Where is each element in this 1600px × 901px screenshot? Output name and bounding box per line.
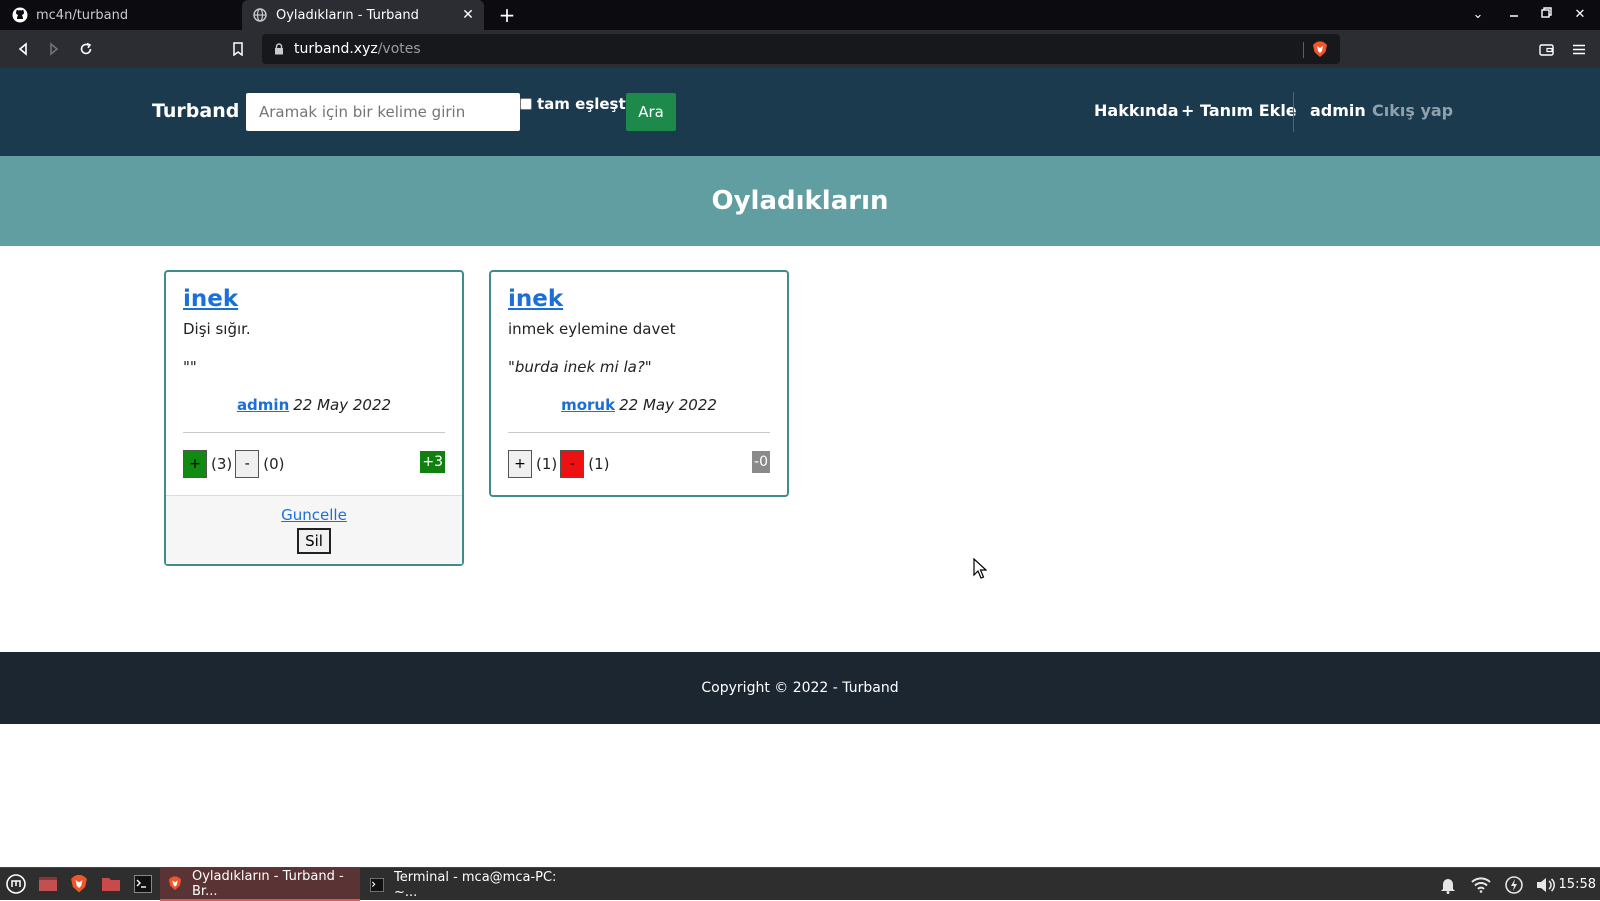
example-text: "burda inek mi la?" [508, 358, 652, 376]
site-navbar: Turband tam eşleştir Ara Hakkında + Tanı… [0, 68, 1600, 156]
downvote-count: (0) [263, 455, 285, 473]
nav-about-link[interactable]: Hakkında [1094, 101, 1179, 120]
forward-icon[interactable] [43, 38, 65, 60]
minimize-icon[interactable] [1504, 5, 1524, 25]
author-link[interactable]: admin [237, 396, 289, 414]
browser-toolbar: turband.xyz/votes [0, 30, 1600, 68]
close-window-icon[interactable]: ✕ [1570, 5, 1590, 25]
file-manager-icon[interactable] [100, 873, 122, 895]
definition-text: Dişi sığır. [183, 320, 251, 338]
globe-icon [252, 7, 268, 23]
browser-tab-github[interactable]: mc4n/turband [0, 0, 242, 30]
copyright-text: Copyright © 2022 - Turband [701, 680, 899, 696]
brave-shield-icon[interactable] [1312, 41, 1328, 62]
address-bar[interactable]: turband.xyz/votes [262, 34, 1340, 64]
wifi-icon[interactable] [1470, 874, 1492, 896]
tab-title: mc4n/turband [36, 7, 129, 23]
site-footer: Copyright © 2022 - Turband [0, 652, 1600, 724]
nav-divider [1293, 92, 1294, 132]
bookmark-icon[interactable] [227, 38, 249, 60]
score-badge: -0 [752, 451, 770, 473]
vote-row: + (1) - (1) -0 [508, 449, 770, 479]
tab-list-icon[interactable]: ⌄ [1468, 5, 1488, 25]
nav-user-link[interactable]: admin [1310, 101, 1366, 120]
site-brand[interactable]: Turband [152, 100, 239, 122]
card-meta: moruk 22 May 2022 [508, 396, 770, 414]
tab-title: Oyladıkların - Turband [276, 7, 419, 23]
show-desktop-icon[interactable] [37, 873, 59, 895]
taskbar-task-browser[interactable]: Oyladıkların - Turband - Br... [160, 868, 360, 901]
upvote-count: (3) [211, 455, 233, 473]
downvote-count: (1) [588, 455, 610, 473]
restore-icon[interactable] [1536, 5, 1556, 25]
url-host: turband.xyz [294, 41, 378, 57]
browser-tab-turband[interactable]: Oyladıkların - Turband ✕ [242, 0, 484, 30]
upvote-button[interactable]: + [508, 450, 532, 478]
nav-add-definition-link[interactable]: + Tanım Ekle [1181, 101, 1297, 120]
github-icon [12, 7, 28, 23]
wallet-icon[interactable] [1535, 38, 1557, 60]
mouse-cursor-icon [973, 557, 988, 584]
volume-icon[interactable] [1535, 874, 1557, 896]
card-actions: Guncelle Sil [166, 495, 462, 564]
author-link[interactable]: moruk [561, 396, 615, 414]
exact-match-checkbox[interactable] [520, 98, 532, 110]
date-text: 22 May 2022 [619, 396, 717, 414]
update-link[interactable]: Guncelle [166, 506, 462, 524]
os-taskbar: Oyladıkların - Turband - Br... Terminal … [0, 867, 1600, 901]
reload-icon[interactable] [75, 38, 97, 60]
back-icon[interactable] [12, 38, 34, 60]
brave-browser-icon [168, 876, 182, 891]
task-label: Oyladıkların - Turband - Br... [192, 868, 344, 899]
menu-icon[interactable] [1568, 38, 1590, 60]
word-link[interactable]: inek [508, 286, 563, 312]
search-button[interactable]: Ara [626, 93, 676, 131]
vote-row: + (3) - (0) +3 [183, 449, 445, 479]
url-divider [1303, 42, 1304, 58]
score-badge: +3 [420, 451, 445, 473]
terminal-icon[interactable] [132, 873, 154, 895]
notification-bell-icon[interactable] [1437, 874, 1459, 896]
nav-logout-link[interactable]: Cıkış yap [1372, 101, 1453, 120]
definition-card: inek Dişi sığır. "" admin 22 May 2022 + (… [164, 270, 464, 566]
lock-icon [274, 43, 284, 55]
definition-card: inek inmek eylemine davet "burda inek mi… [489, 270, 789, 497]
word-link[interactable]: inek [183, 286, 238, 312]
upvote-count: (1) [536, 455, 558, 473]
power-icon[interactable] [1503, 874, 1525, 896]
task-label: Terminal - mca@mca-PC: ~... [394, 869, 557, 900]
delete-button[interactable]: Sil [297, 528, 331, 554]
brave-browser-icon[interactable] [68, 873, 90, 895]
mint-menu-icon[interactable] [5, 873, 27, 895]
close-icon[interactable]: ✕ [460, 7, 476, 23]
search-input[interactable] [246, 93, 520, 131]
page-title: Oyladıkların [711, 186, 889, 216]
card-divider [508, 432, 770, 433]
definition-text: inmek eylemine davet [508, 320, 676, 338]
date-text: 22 May 2022 [293, 396, 392, 414]
downvote-button[interactable]: - [235, 450, 260, 478]
downvote-button[interactable]: - [560, 450, 585, 478]
page-hero: Oyladıkların [0, 156, 1600, 246]
terminal-icon [370, 877, 384, 892]
clock: 15:58 [1558, 877, 1596, 892]
browser-tabstrip: mc4n/turband Oyladıkların - Turband ✕ + … [0, 0, 1600, 30]
new-tab-button[interactable]: + [496, 4, 518, 26]
example-text: "" [183, 358, 197, 376]
exact-match-label: tam eşleştir [537, 95, 639, 113]
card-meta: admin 22 May 2022 [183, 396, 445, 414]
card-divider [183, 432, 445, 433]
upvote-button[interactable]: + [183, 450, 207, 478]
taskbar-task-terminal[interactable]: Terminal - mca@mca-PC: ~... [362, 868, 582, 901]
url-path: /votes [377, 41, 421, 57]
